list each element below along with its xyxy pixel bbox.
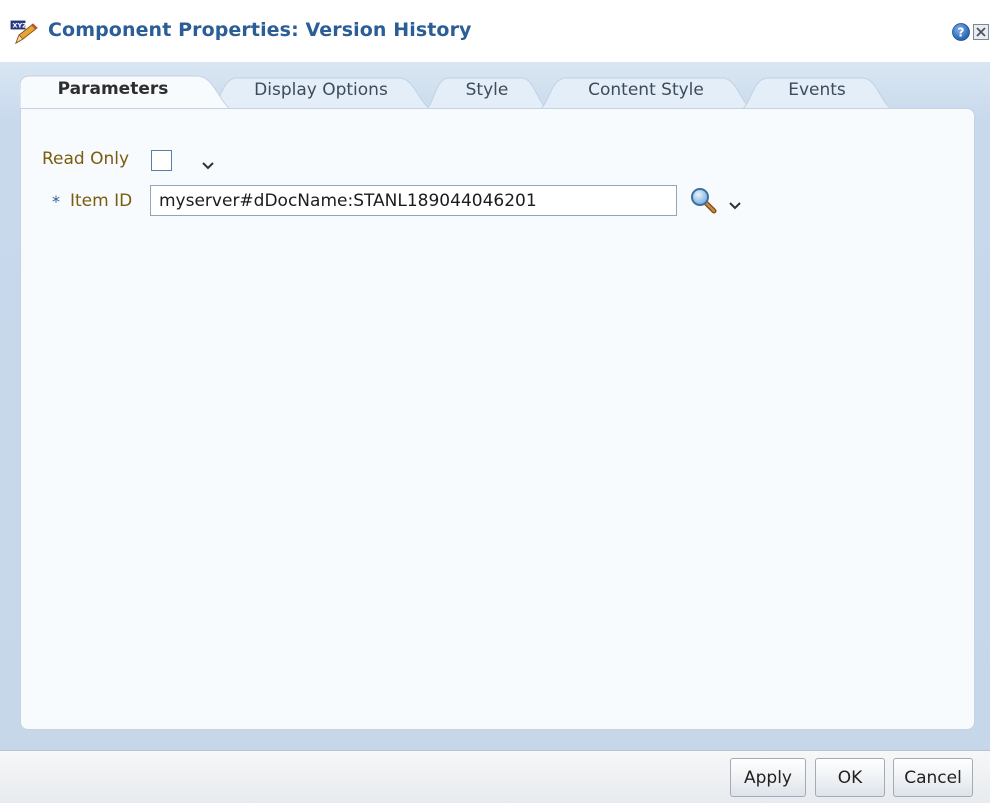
read-only-checkbox[interactable] <box>151 150 172 171</box>
tab-content-style[interactable]: Content Style <box>535 75 757 111</box>
component-properties-icon: XYZ <box>10 20 40 46</box>
search-icon[interactable] <box>689 186 719 216</box>
item-id-input[interactable] <box>150 185 677 216</box>
tab-events[interactable]: Events <box>737 75 897 111</box>
component-properties-dialog: XYZ Component Properties: Version Histor… <box>0 0 990 803</box>
read-only-options-chevron-icon[interactable] <box>201 156 215 170</box>
tab-parameters[interactable]: Parameters <box>20 73 238 113</box>
tab-style[interactable]: Style <box>422 75 552 111</box>
apply-button[interactable]: Apply <box>730 758 806 797</box>
item-id-options-chevron-icon[interactable] <box>728 196 742 210</box>
svg-text:?: ? <box>958 26 965 40</box>
close-icon[interactable] <box>973 22 990 42</box>
ok-button[interactable]: OK <box>815 758 885 797</box>
tab-parameters-label: Parameters <box>57 79 169 99</box>
tab-events-label: Events <box>788 80 846 100</box>
tab-style-label: Style <box>465 80 509 100</box>
svg-text:XYZ: XYZ <box>13 22 28 30</box>
item-id-label: Item ID <box>70 191 133 211</box>
read-only-label: Read Only <box>42 149 130 169</box>
cancel-button[interactable]: Cancel <box>893 758 973 797</box>
title-bar: XYZ Component Properties: Version Histor… <box>0 0 990 62</box>
tab-display-options[interactable]: Display Options <box>206 75 436 111</box>
tab-display-options-label: Display Options <box>254 80 388 100</box>
tab-content-style-label: Content Style <box>588 80 704 100</box>
required-marker: * <box>52 192 60 211</box>
help-icon[interactable]: ? <box>951 22 971 42</box>
dialog-title: Component Properties: Version History <box>48 19 472 41</box>
